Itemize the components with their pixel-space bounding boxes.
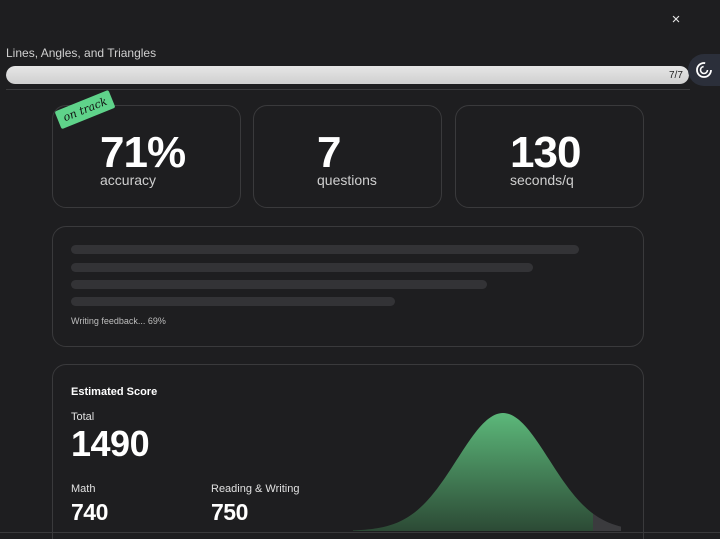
score-distribution-curve — [353, 413, 621, 531]
seconds-label: seconds/q — [510, 172, 574, 188]
questions-card: 7 questions — [253, 105, 442, 208]
skeleton-line — [71, 280, 487, 289]
skeleton-line — [71, 245, 579, 254]
results-page: × Lines, Angles, and Triangles 7/7 71% a… — [0, 0, 720, 539]
questions-label: questions — [317, 172, 377, 188]
progress-bar-fill — [6, 66, 689, 84]
accuracy-value: 71% — [100, 128, 186, 177]
close-icon[interactable]: × — [672, 11, 681, 28]
estimated-score-card: Estimated Score Total 1490 Math 740 Read… — [52, 364, 644, 539]
estimated-score-heading: Estimated Score — [71, 386, 158, 398]
math-score: 740 — [71, 499, 108, 525]
reading-writing-score: 750 — [211, 499, 248, 525]
seconds-value: 130 — [510, 128, 581, 177]
accuracy-label: accuracy — [100, 172, 157, 188]
feedback-status: Writing feedback... 69% — [71, 316, 166, 326]
progress-count: 7/7 — [669, 70, 683, 81]
feedback-card: Writing feedback... 69% — [52, 226, 644, 347]
spiral-icon — [696, 62, 712, 78]
bottom-divider — [0, 532, 720, 533]
questions-value: 7 — [317, 128, 342, 177]
seconds-card: 130 seconds/q — [455, 105, 644, 208]
topic-title: Lines, Angles, and Triangles — [6, 46, 157, 60]
progress-bar — [6, 66, 689, 84]
skeleton-line — [71, 297, 395, 306]
total-label: Total — [71, 411, 95, 423]
skeleton-line — [71, 263, 533, 272]
math-label: Math — [71, 483, 96, 495]
close-button[interactable]: × — [666, 10, 686, 30]
total-score: 1490 — [71, 423, 150, 464]
reading-writing-label: Reading & Writing — [211, 483, 300, 495]
side-panel-button[interactable] — [688, 54, 720, 86]
